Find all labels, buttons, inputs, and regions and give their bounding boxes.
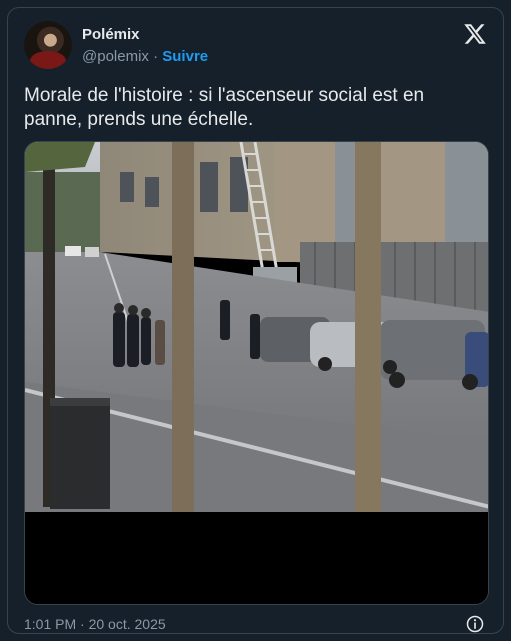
tweet-photo[interactable] bbox=[24, 141, 489, 605]
follow-button[interactable]: Suivre bbox=[162, 48, 208, 65]
author-name[interactable]: Polémix bbox=[82, 26, 140, 43]
separator: · bbox=[153, 48, 159, 65]
info-icon[interactable] bbox=[465, 614, 485, 634]
tweet-text: Morale de l'histoire : si l'ascenseur so… bbox=[24, 85, 425, 130]
street-photo bbox=[25, 142, 488, 604]
timestamp[interactable]: 1:01 PM · 20 oct. 2025 bbox=[24, 616, 166, 632]
x-logo-icon[interactable] bbox=[463, 22, 487, 46]
author-handle[interactable]: @polemix bbox=[82, 48, 149, 65]
author-line: @polemix · Suivre bbox=[82, 48, 208, 65]
tweet-card: Polémix @polemix · Suivre Morale de l'hi… bbox=[7, 7, 504, 634]
avatar[interactable] bbox=[24, 21, 72, 69]
